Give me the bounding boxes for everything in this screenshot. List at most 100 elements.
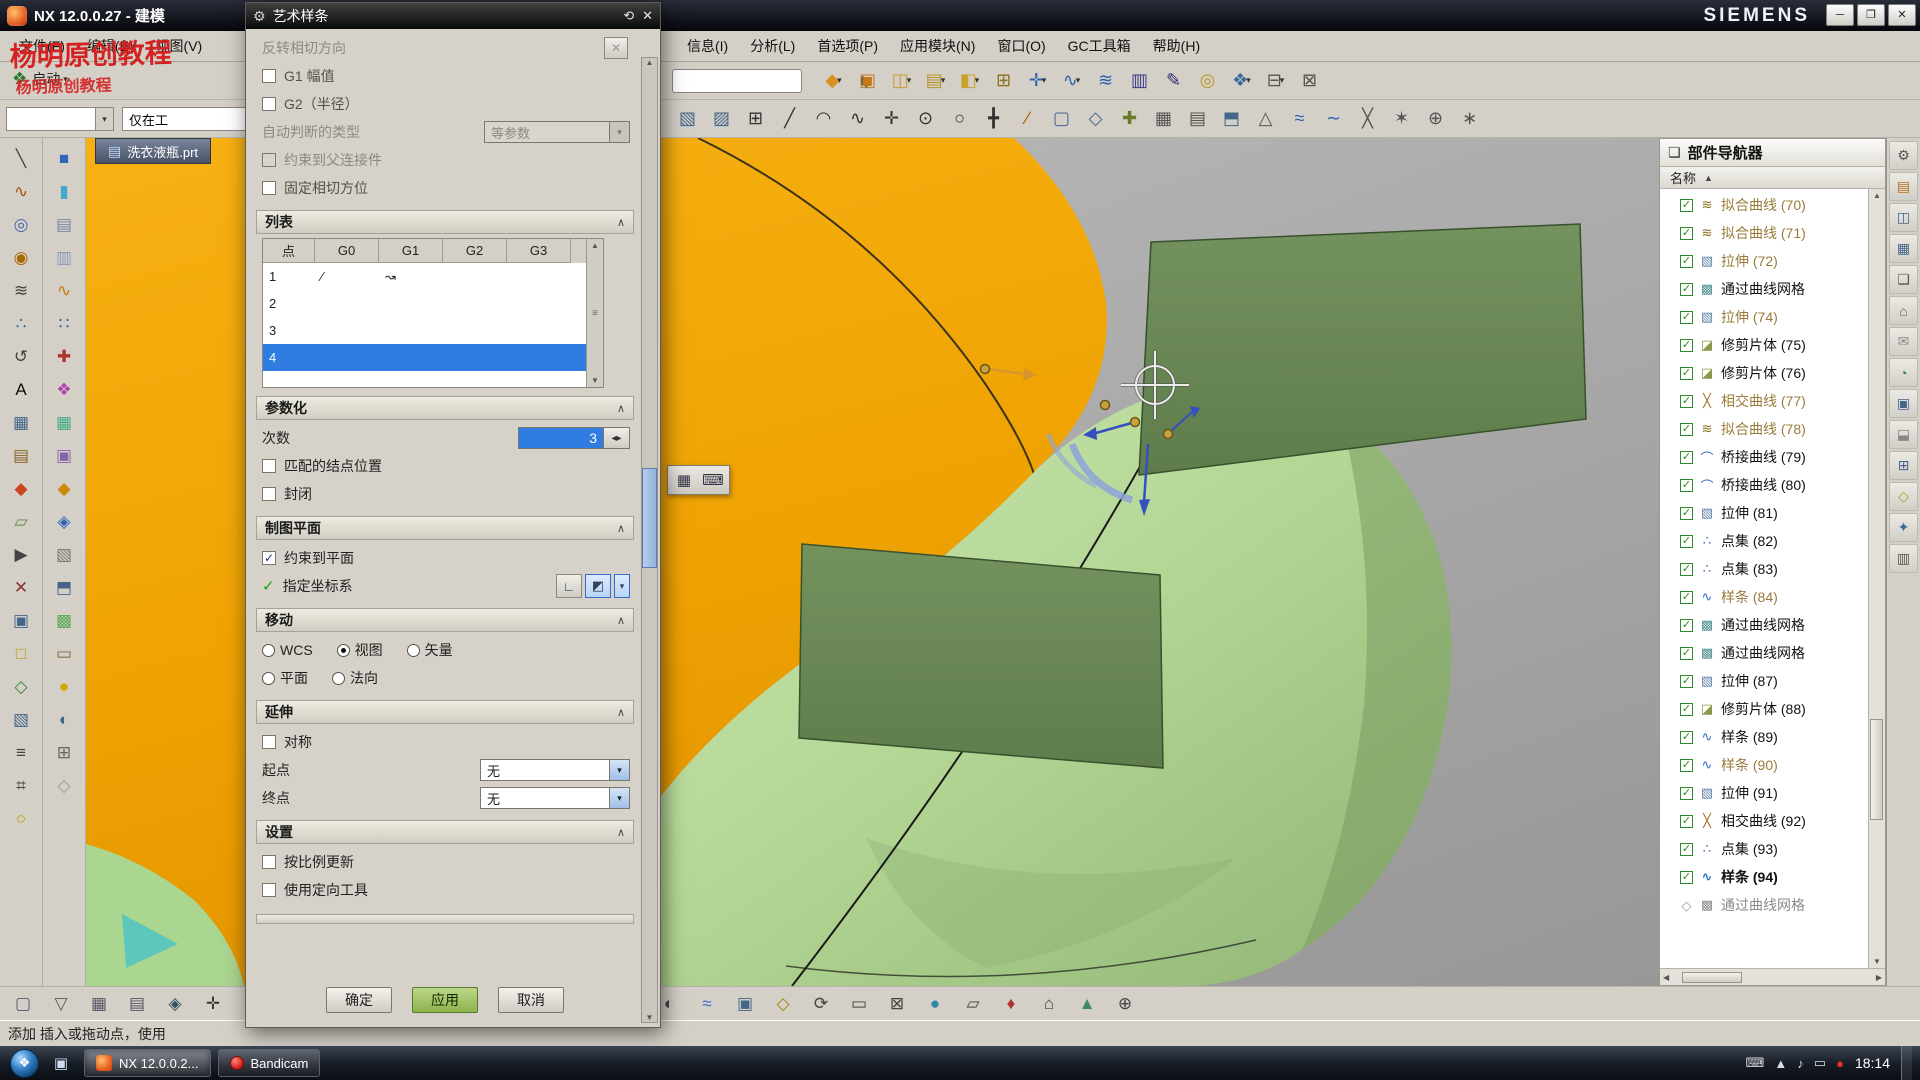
chevron-down-icon[interactable]: ▾ — [609, 122, 629, 142]
toolbar-icon[interactable]: ▤ — [122, 990, 152, 1018]
feature-tree-item[interactable]: ✓∴点集 (82) — [1660, 527, 1868, 555]
feature-tree-item[interactable]: ✓◪修剪片体 (76) — [1660, 359, 1868, 387]
feature-tree-item[interactable]: ✓▧拉伸 (74) — [1660, 303, 1868, 331]
feature-checkbox[interactable]: ✓ — [1680, 339, 1693, 352]
spline-point-row[interactable]: 2 — [263, 290, 586, 317]
toolbar-icon[interactable]: ⬒ — [1216, 103, 1247, 133]
toolbar-icon[interactable]: ⊕ — [1420, 103, 1451, 133]
spinner-arrows-icon[interactable]: ◂▸ — [603, 428, 629, 448]
radio-icon[interactable] — [262, 672, 275, 685]
toolbar-icon[interactable]: ○ — [944, 103, 975, 133]
feature-tree-item[interactable]: ✓▩通过曲线网格 — [1660, 611, 1868, 639]
minimize-button[interactable]: ─ — [1826, 4, 1854, 26]
toolbar-icon[interactable]: ✕ — [4, 572, 38, 603]
gear-icon[interactable]: ⚙ — [253, 8, 266, 25]
radio-icon[interactable] — [262, 644, 275, 657]
toolbar-icon[interactable]: □ — [4, 638, 38, 669]
toolbar-icon[interactable]: ∼ — [1318, 103, 1349, 133]
feature-tree-item[interactable]: ✓≋拟合曲线 (71) — [1660, 219, 1868, 247]
toolbar-icon[interactable]: ○ — [4, 803, 38, 834]
chevron-down-icon[interactable]: ▾ — [837, 75, 842, 86]
sort-ascending-icon[interactable]: ▲ — [1704, 173, 1713, 183]
toolbar-icon[interactable]: ◈ — [47, 506, 81, 537]
radio-icon[interactable] — [407, 644, 420, 657]
parameterization-section-header[interactable]: 参数化 ∧ — [256, 396, 634, 420]
dialog-title-bar[interactable]: ⚙ 艺术样条 ⟲ ✕ — [246, 3, 660, 29]
toolbar-icon[interactable]: ▧ — [672, 103, 703, 133]
reverse-tangent-button[interactable]: ✕ — [604, 37, 628, 59]
menu-item[interactable]: 视图(V) — [145, 31, 214, 61]
toolbar-icon[interactable]: ◐ — [47, 704, 81, 735]
scroll-right-icon[interactable]: ▶ — [1876, 973, 1882, 982]
feature-checkbox[interactable]: ✓ — [1680, 843, 1693, 856]
tray-icon[interactable]: ♪ — [1797, 1056, 1804, 1071]
degree-value[interactable]: 3 — [519, 428, 603, 448]
toolbar-icon[interactable]: ∕ — [1012, 103, 1043, 133]
radio-view[interactable]: 视图 — [337, 640, 383, 660]
g2-radius-checkbox[interactable] — [262, 97, 276, 111]
toolbar-icon[interactable]: ● — [47, 671, 81, 702]
feature-checkbox[interactable]: ✓ — [1680, 647, 1693, 660]
feature-checkbox[interactable]: ✓ — [1680, 283, 1693, 296]
feature-checkbox[interactable]: ✓ — [1680, 199, 1693, 212]
toolbar-icon[interactable]: ▣ — [47, 440, 81, 471]
feature-tree-item[interactable]: ✓∿样条 (89) — [1660, 723, 1868, 751]
toolbar-icon[interactable]: ▣ — [730, 990, 760, 1018]
toolbar-icon[interactable]: ⬒ — [47, 572, 81, 603]
toolbar-icon[interactable]: ≡ — [4, 737, 38, 768]
tray-icon[interactable]: ⌨ — [1746, 1055, 1765, 1071]
scroll-down-icon[interactable]: ▼ — [646, 1013, 654, 1022]
toolbar-icon[interactable]: ╳ — [1352, 103, 1383, 133]
chevron-down-icon[interactable]: ▾ — [95, 108, 113, 130]
feature-checkbox[interactable]: ✓ — [1680, 703, 1693, 716]
spline-point-row[interactable]: 3 — [263, 317, 586, 344]
toolbar-icon[interactable]: ∿ — [842, 103, 873, 133]
radio-normal[interactable]: 法向 — [332, 668, 378, 688]
resource-tab-icon[interactable]: ◫ — [1889, 203, 1918, 232]
resource-tab-icon[interactable]: ▥ — [1889, 544, 1918, 573]
feature-checkbox[interactable]: ✓ — [1680, 395, 1693, 408]
drawing-plane-section-header[interactable]: 制图平面 ∧ — [256, 516, 634, 540]
feature-tree-item[interactable]: ✓∿样条 (90) — [1660, 751, 1868, 779]
toolbar-icon[interactable]: ■ — [47, 143, 81, 174]
toolbar-icon[interactable]: ∿ — [4, 176, 38, 207]
toolbar-icon[interactable]: ▧ — [4, 704, 38, 735]
cancel-button[interactable]: 取消 — [498, 987, 564, 1013]
toolbar-icon[interactable]: ▨ — [706, 103, 737, 133]
toolbar-icon[interactable]: ╲ — [4, 143, 38, 174]
toolbar-icon[interactable]: ⊠ — [1294, 65, 1325, 95]
feature-checkbox[interactable]: ✓ — [1680, 815, 1693, 828]
menu-item[interactable]: 信息(I) — [676, 31, 739, 61]
resource-tab-icon[interactable]: ▦ — [1889, 234, 1918, 263]
feature-tree-item[interactable]: ✓⌒桥接曲线 (80) — [1660, 471, 1868, 499]
toolbar-icon[interactable]: ▩ — [47, 605, 81, 636]
feature-tree-item[interactable]: ✓╳相交曲线 (77) — [1660, 387, 1868, 415]
resource-tab-icon[interactable]: ▤ — [1889, 172, 1918, 201]
toolbar-icon[interactable]: ◇ — [47, 770, 81, 801]
toolbar-icon[interactable]: ⊕ — [1110, 990, 1140, 1018]
toolbar-icon[interactable]: ↺ — [4, 341, 38, 372]
toolbar-icon[interactable]: ❖ — [47, 374, 81, 405]
toolbar-icon[interactable]: ≋ — [1090, 65, 1121, 95]
extension-start-combo[interactable]: 无 ▾ — [480, 759, 630, 781]
feature-checkbox[interactable]: ✓ — [1680, 311, 1693, 324]
scroll-up-icon[interactable]: ▲ — [591, 241, 599, 250]
plane-patch-upper[interactable] — [1139, 224, 1586, 475]
orient-tool-checkbox[interactable] — [262, 883, 276, 897]
chevron-up-icon[interactable]: ∧ — [617, 216, 625, 229]
close-button[interactable]: ✕ — [1888, 4, 1916, 26]
resource-tab-icon[interactable]: ◇ — [1889, 482, 1918, 511]
toolbar-icon[interactable]: ▣ — [852, 65, 883, 95]
dialog-reset-icon[interactable]: ⟲ — [623, 8, 634, 24]
feature-tree-item[interactable]: ✓▧拉伸 (72) — [1660, 247, 1868, 275]
toolbar-icon[interactable]: ◇ — [1080, 103, 1111, 133]
menu-item[interactable]: 窗口(O) — [986, 31, 1056, 61]
radio-plane[interactable]: 平面 — [262, 668, 308, 688]
spline-point[interactable] — [981, 365, 990, 374]
chevron-down-icon[interactable]: ▾ — [614, 574, 630, 598]
radio-selected-icon[interactable] — [337, 644, 350, 657]
selection-scope-input[interactable]: ▾ — [6, 107, 114, 131]
feature-checkbox[interactable]: ✓ — [1680, 479, 1693, 492]
toolbar-icon[interactable]: ⌂ — [1034, 990, 1064, 1018]
feature-tree-item[interactable]: ✓▧拉伸 (87) — [1660, 667, 1868, 695]
